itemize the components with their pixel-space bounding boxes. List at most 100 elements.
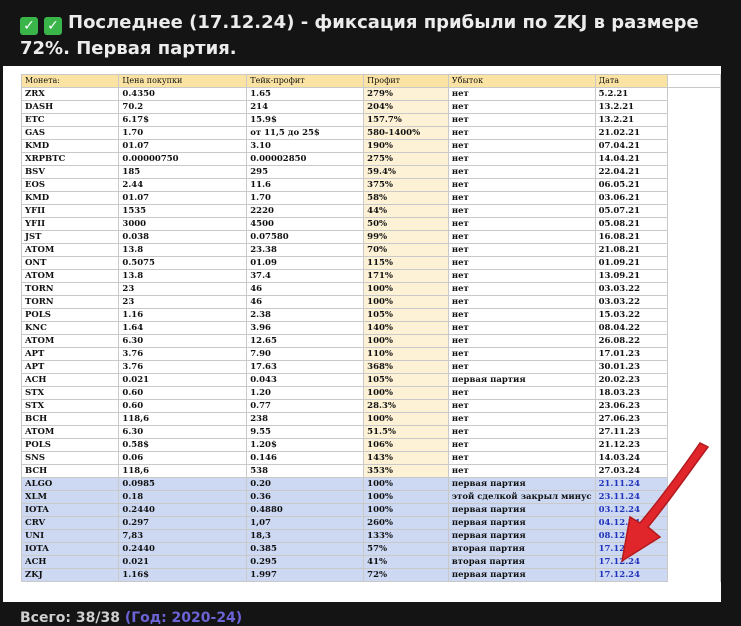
table-cell: 105%: [363, 373, 449, 387]
table-cell: 6.30: [118, 425, 248, 439]
table-cell: DASH: [20, 100, 120, 114]
table-cell: 0.038: [118, 230, 248, 244]
table-cell: нет: [447, 295, 596, 309]
table-cell: POLS: [20, 308, 120, 322]
empty-cell: [667, 360, 721, 374]
table-cell: EOS: [20, 178, 120, 192]
table-cell: нет: [447, 243, 596, 257]
table-cell: нет: [447, 464, 596, 478]
table-cell: нет: [447, 139, 596, 153]
empty-cell: [667, 139, 721, 153]
table-cell: этой сделкой закрыл минус: [447, 490, 596, 504]
table-cell: JST: [20, 230, 120, 244]
empty-cell: [667, 334, 721, 348]
red-arrow-icon: [620, 442, 710, 563]
table-cell: 30.01.23: [594, 360, 669, 374]
highlighted-table-row: ZKJ 1.16$ 1.997 72% первая партия 17.12.24: [20, 568, 721, 582]
table-cell: 03.03.22: [594, 282, 669, 296]
table-cell: ZRX: [20, 87, 120, 101]
headline-text: Последнее (17.12.24) - фиксация прибыли …: [20, 12, 699, 59]
table-cell: TORN: [20, 295, 120, 309]
table-cell: первая партия: [447, 568, 596, 582]
table-cell: 0.021: [118, 373, 248, 387]
table-cell: 0.60: [118, 386, 248, 400]
table-cell: ONT: [20, 256, 120, 270]
table-cell: 1.20$: [246, 438, 365, 452]
table-cell: нет: [447, 425, 596, 439]
table-cell: 23: [118, 282, 248, 296]
table-cell: 1.997: [246, 568, 365, 582]
table-cell: APT: [20, 360, 120, 374]
table-cell: нет: [447, 321, 596, 335]
table-cell: IOTA: [20, 503, 120, 517]
table-cell: BSV: [20, 165, 120, 179]
table-cell: 21.02.21: [594, 126, 669, 140]
table-cell: 295: [246, 165, 365, 179]
table-row: STX 0.60 0.77 28.3% нет 23.06.23: [20, 399, 721, 413]
empty-column-header: [667, 74, 721, 88]
table-cell: 50%: [363, 217, 449, 231]
table-cell: 70.2: [118, 100, 248, 114]
table-cell: нет: [447, 100, 596, 114]
table-row: ATOM 6.30 9.55 51.5% нет 27.11.23: [20, 425, 721, 439]
table-cell: ZKJ: [20, 568, 120, 582]
table-cell: 01.07: [118, 139, 248, 153]
table-cell: 37.4: [246, 269, 365, 283]
table-cell: первая партия: [447, 503, 596, 517]
column-header: Профит: [363, 74, 449, 88]
table-cell: APT: [20, 347, 120, 361]
empty-cell: [667, 191, 721, 205]
empty-cell: [667, 373, 721, 387]
empty-cell: [667, 113, 721, 127]
table-cell: 08.04.22: [594, 321, 669, 335]
table-row: ATOM 13.8 37.4 171% нет 13.09.21: [20, 269, 721, 283]
table-cell: 0.06: [118, 451, 248, 465]
table-row: KMD 01.07 3.10 190% нет 07.04.21: [20, 139, 721, 153]
table-cell: 204%: [363, 100, 449, 114]
table-cell: 118,6: [118, 464, 248, 478]
table-cell: 01.09.21: [594, 256, 669, 270]
table-row: ATOM 6.30 12.65 100% нет 26.08.22: [20, 334, 721, 348]
table-cell: 1.70: [118, 126, 248, 140]
table-cell: 105%: [363, 308, 449, 322]
table-cell: 59.4%: [363, 165, 449, 179]
table-cell: 0.36: [246, 490, 365, 504]
table-cell: XLM: [20, 490, 120, 504]
table-cell: ETC: [20, 113, 120, 127]
empty-cell: [667, 230, 721, 244]
table-cell: 3.76: [118, 347, 248, 361]
table-cell: 171%: [363, 269, 449, 283]
table-row: ATOM 13.8 23.38 70% нет 21.08.21: [20, 243, 721, 257]
check-mark-icon: ✓: [20, 17, 38, 35]
table-cell: нет: [447, 412, 596, 426]
table-cell: 1.20: [246, 386, 365, 400]
check-mark-icon: ✓: [44, 17, 62, 35]
table-row: ACH 0.021 0.043 105% первая партия 20.02.23: [20, 373, 721, 387]
empty-cell: [667, 152, 721, 166]
table-cell: нет: [447, 152, 596, 166]
table-cell: 06.05.21: [594, 178, 669, 192]
table-cell: нет: [447, 126, 596, 140]
table-cell: 0.2440: [118, 542, 248, 556]
table-cell: 17.12.24: [594, 568, 669, 582]
table-cell: 41%: [363, 555, 449, 569]
table-row: APT 3.76 7.90 110% нет 17.01.23: [20, 347, 721, 361]
table-cell: 07.04.21: [594, 139, 669, 153]
trade-table-image: Монета: Цена покупки Тейк-профит Профит Убыт…: [3, 66, 721, 602]
table-cell: 46: [246, 295, 365, 309]
table-cell: нет: [447, 282, 596, 296]
table-cell: STX: [20, 386, 120, 400]
table-cell: BCH: [20, 464, 120, 478]
table-cell: 368%: [363, 360, 449, 374]
table-cell: 58%: [363, 191, 449, 205]
table-cell: 238: [246, 412, 365, 426]
table-cell: 0.021: [118, 555, 248, 569]
table-cell: 0.4350: [118, 87, 248, 101]
table-cell: 46: [246, 282, 365, 296]
table-cell: 3.96: [246, 321, 365, 335]
column-header: Монета:: [20, 74, 120, 88]
table-cell: KMD: [20, 139, 120, 153]
table-cell: 106%: [363, 438, 449, 452]
empty-cell: [667, 269, 721, 283]
table-cell: 3.10: [246, 139, 365, 153]
